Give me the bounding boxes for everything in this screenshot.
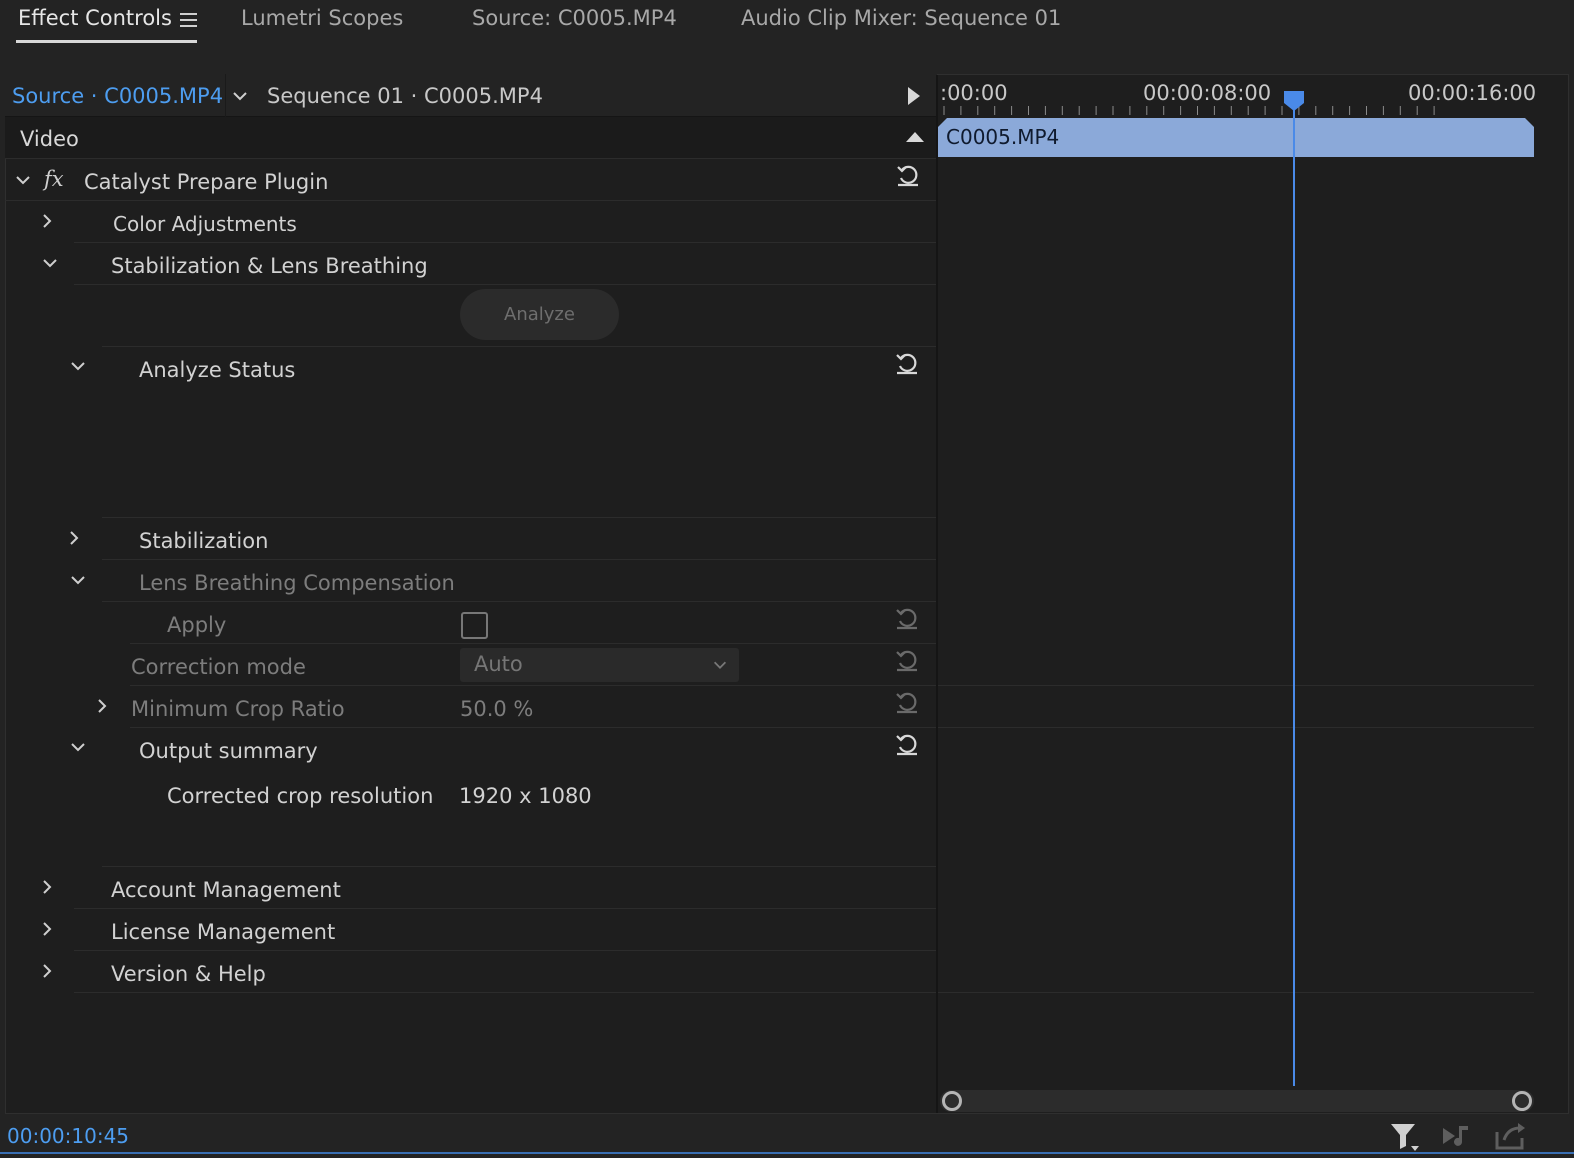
group-lens-breathing[interactable]: Lens Breathing Compensation: [71, 560, 937, 602]
corrected-crop-resolution-value: 1920 x 1080: [459, 784, 592, 808]
param-apply-row: Apply: [130, 602, 937, 644]
tab-audio-clip-mixer[interactable]: Audio Clip Mixer: Sequence 01: [741, 6, 1061, 30]
clip-label: C0005.MP4: [946, 125, 1060, 149]
chevron-right-icon[interactable]: [37, 961, 57, 981]
reset-icon[interactable]: [893, 604, 921, 632]
source-clip-label[interactable]: Source · C0005.MP4: [12, 84, 223, 108]
play-icon[interactable]: [908, 87, 920, 105]
source-selector-bar: Source · C0005.MP4 Sequence 01 · C0005.M…: [5, 74, 937, 117]
group-label: Account Management: [111, 878, 341, 902]
video-section-label: Video: [20, 127, 79, 151]
select-value: Auto: [474, 652, 523, 676]
analyze-status-row: Analyze Status: [71, 347, 937, 518]
tab-source[interactable]: Source: C0005.MP4: [472, 6, 677, 30]
chevron-down-icon[interactable]: [40, 253, 60, 273]
timeline-guide-line: [938, 992, 1534, 993]
timeline-scrollbar[interactable]: [940, 1090, 1534, 1112]
chevron-down-icon[interactable]: [230, 86, 250, 106]
clip-start-marker: [938, 118, 947, 127]
group-account-management[interactable]: Account Management: [43, 867, 937, 909]
fx-icon[interactable]: fx: [44, 167, 64, 191]
sequence-clip-label[interactable]: Sequence 01 · C0005.MP4: [267, 84, 543, 108]
current-timecode[interactable]: 00:00:10:45: [7, 1124, 129, 1148]
chevron-down-icon[interactable]: [68, 737, 88, 757]
group-label: Color Adjustments: [113, 212, 297, 236]
export-icon[interactable]: [1494, 1120, 1526, 1152]
group-color-adjustments[interactable]: Color Adjustments: [43, 201, 937, 243]
output-summary-row: Output summary Corrected crop resolution…: [71, 728, 937, 867]
chevron-down-icon: [711, 656, 729, 674]
scrollbar-handle-left[interactable]: [942, 1091, 962, 1111]
group-version-help[interactable]: Version & Help: [43, 951, 937, 993]
corrected-crop-resolution-label: Corrected crop resolution: [167, 784, 434, 808]
collapse-up-icon[interactable]: [906, 132, 924, 142]
panel-menu-icon[interactable]: [180, 13, 197, 27]
min-crop-ratio-value[interactable]: 50.0 %: [460, 697, 533, 721]
group-stabilization-lens-breathing[interactable]: Stabilization & Lens Breathing: [43, 243, 937, 285]
video-section-header: Video: [5, 117, 937, 159]
tab-effect-controls[interactable]: Effect Controls: [18, 6, 172, 30]
ruler-ticks: [943, 106, 1435, 115]
timeline-guide-line: [938, 685, 1534, 686]
footer-accent-line: [0, 1152, 1574, 1154]
correction-mode-select[interactable]: Auto: [460, 648, 739, 682]
param-min-crop-ratio-row: Minimum Crop Ratio 50.0 %: [98, 686, 937, 728]
group-label: Stabilization & Lens Breathing: [111, 254, 428, 278]
reset-icon[interactable]: [893, 730, 921, 758]
param-label: Minimum Crop Ratio: [131, 697, 345, 721]
group-label: License Management: [111, 920, 336, 944]
analyze-status-label: Analyze Status: [139, 358, 296, 382]
param-label: Correction mode: [131, 655, 306, 679]
clip-bar[interactable]: C0005.MP4: [938, 118, 1534, 157]
reset-icon[interactable]: [893, 688, 921, 716]
effect-name: Catalyst Prepare Plugin: [84, 170, 329, 194]
panel-tab-bar: Effect Controls Lumetri Scopes Source: C…: [0, 0, 1574, 62]
apply-checkbox[interactable]: [461, 612, 488, 639]
play-audio-icon[interactable]: [1440, 1120, 1472, 1152]
effect-row[interactable]: fx Catalyst Prepare Plugin: [5, 159, 937, 201]
playhead-line[interactable]: [1293, 110, 1295, 1086]
active-tab-underline: [16, 40, 197, 43]
source-divider: [225, 74, 226, 117]
panel-divider[interactable]: [936, 75, 938, 1113]
clip-end-marker: [1525, 118, 1534, 127]
playhead-handle[interactable]: [1282, 89, 1306, 113]
reset-icon[interactable]: [894, 161, 922, 189]
chevron-right-icon[interactable]: [37, 211, 57, 231]
group-label: Stabilization: [139, 529, 269, 553]
timeline-guide-line: [938, 727, 1534, 728]
analyze-button[interactable]: Analyze: [460, 289, 619, 340]
chevron-down-icon[interactable]: [13, 170, 33, 190]
group-label: Version & Help: [111, 962, 266, 986]
tab-lumetri-scopes[interactable]: Lumetri Scopes: [241, 6, 403, 30]
chevron-down-icon[interactable]: [68, 356, 88, 376]
reset-icon[interactable]: [893, 349, 921, 377]
chevron-right-icon[interactable]: [64, 528, 84, 548]
chevron-right-icon[interactable]: [37, 919, 57, 939]
scrollbar-handle-right[interactable]: [1512, 1091, 1532, 1111]
output-summary-label: Output summary: [139, 739, 318, 763]
group-label: Lens Breathing Compensation: [139, 571, 455, 595]
filter-icon[interactable]: [1389, 1120, 1421, 1152]
chevron-right-icon[interactable]: [37, 877, 57, 897]
reset-icon[interactable]: [893, 646, 921, 674]
chevron-down-icon[interactable]: [68, 570, 88, 590]
group-stabilization[interactable]: Stabilization: [70, 518, 937, 560]
chevron-right-icon[interactable]: [92, 696, 112, 716]
param-label: Apply: [167, 613, 227, 637]
time-ruler[interactable]: :00:00 00:00:08:00 00:00:16:00: [938, 75, 1536, 117]
group-license-management[interactable]: License Management: [43, 909, 937, 951]
